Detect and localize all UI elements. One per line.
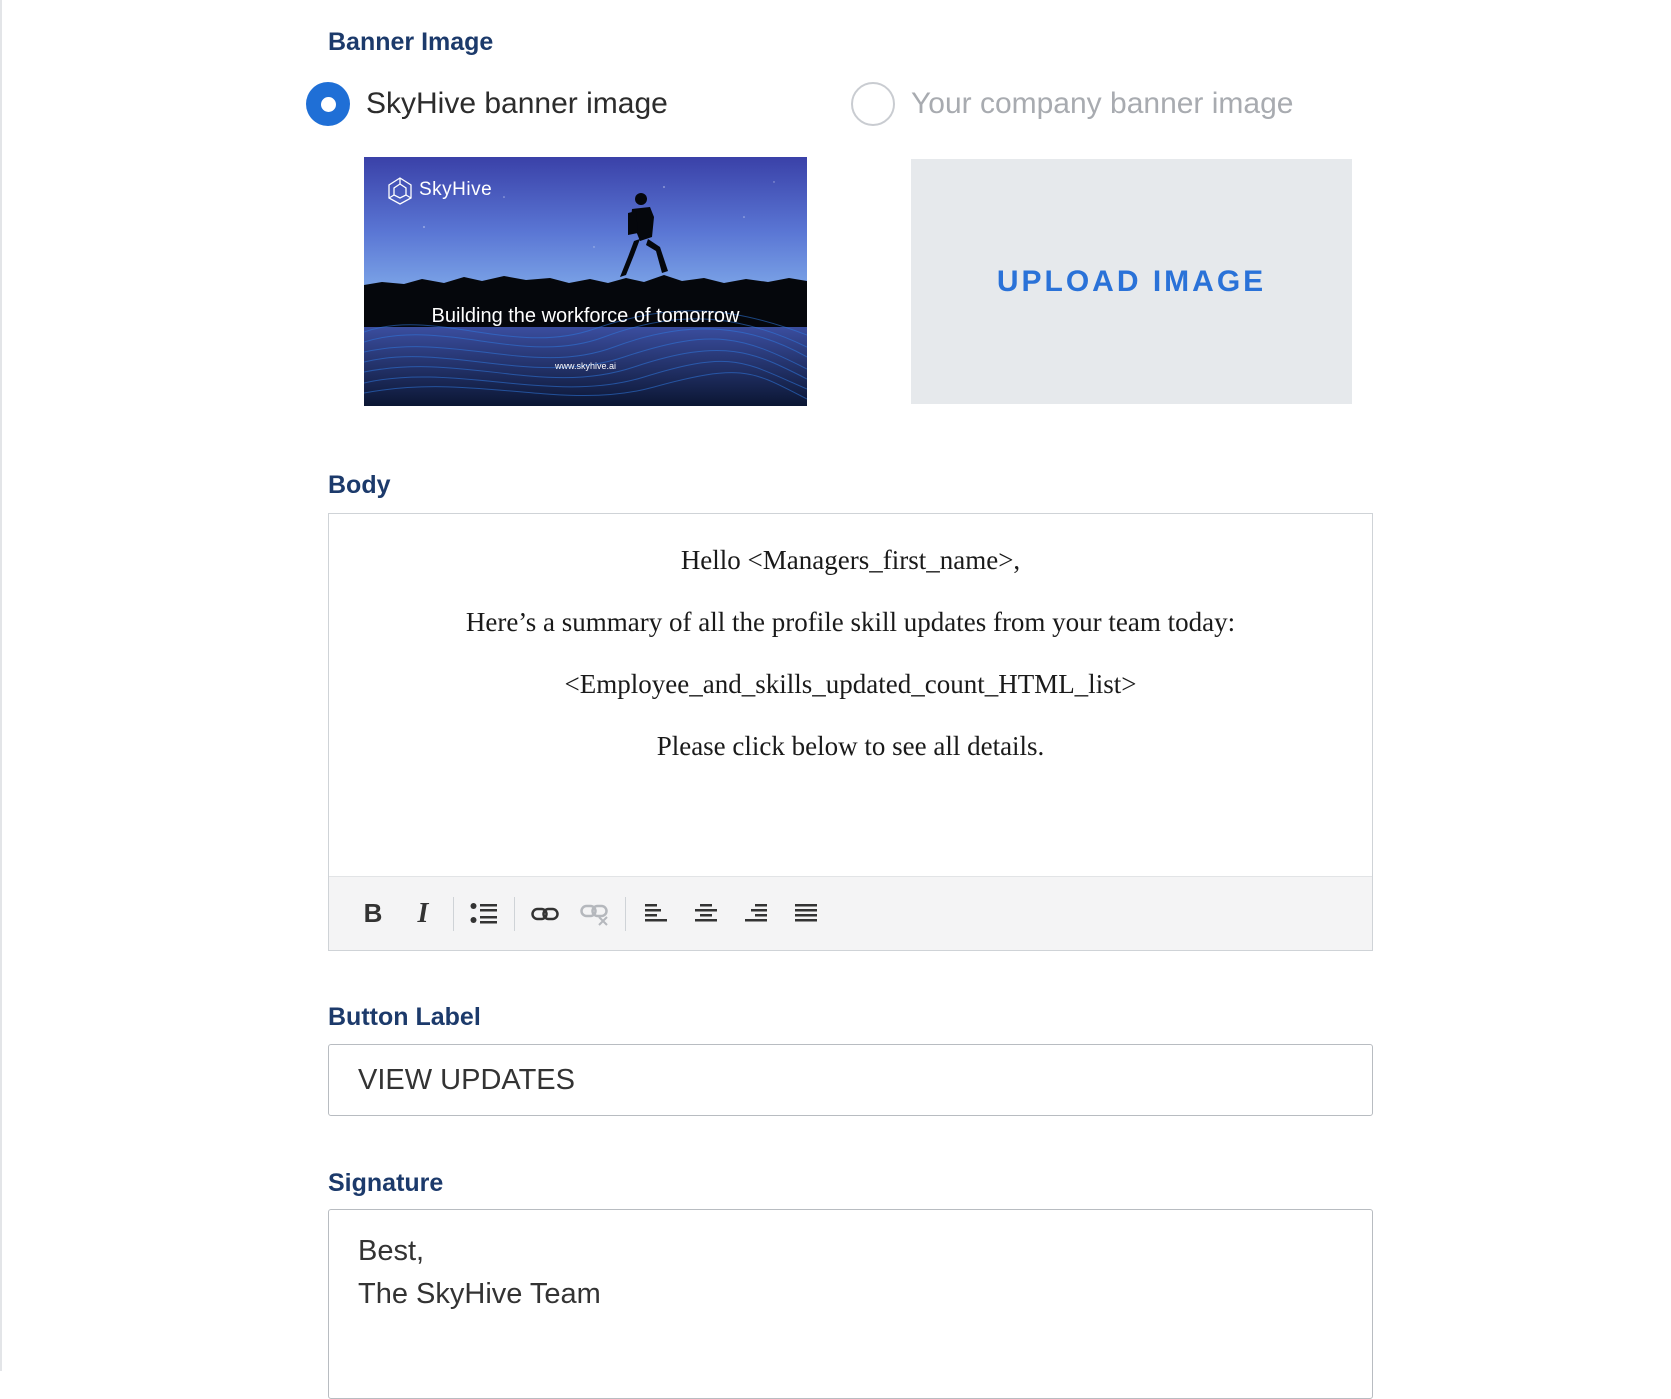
radio-selected-icon[interactable] (306, 82, 350, 126)
align-right-button[interactable] (736, 894, 776, 934)
button-label-input[interactable] (328, 1044, 1373, 1116)
align-center-icon (695, 903, 717, 921)
upload-image-button[interactable]: UPLOAD IMAGE (911, 159, 1352, 404)
banner-tagline: Building the workforce of tomorrow (431, 305, 740, 327)
left-divider (0, 0, 2, 1371)
bulleted-list-button[interactable] (464, 894, 504, 934)
justify-button[interactable] (786, 894, 826, 934)
toolbar-divider (625, 896, 626, 931)
body-paragraph-list-placeholder: <Employee_and_skills_updated_count_HTML_… (564, 669, 1137, 699)
radio-company-banner[interactable]: Your company banner image (851, 82, 1293, 126)
bold-icon: B (363, 898, 383, 928)
radio-unselected-icon[interactable] (851, 82, 895, 126)
skyhive-banner-preview: SkyHive Building the workforce of tomorr… (364, 157, 807, 406)
link-button[interactable] (525, 894, 565, 934)
toolbar-divider (514, 896, 515, 931)
unlink-icon (580, 904, 608, 926)
bulleted-list-icon (470, 902, 497, 923)
radio-skyhive-banner-label: SkyHive banner image (366, 87, 668, 120)
body-paragraph-cta: Please click below to see all details. (656, 731, 1045, 761)
italic-button[interactable]: I (403, 894, 443, 934)
radio-company-banner-label: Your company banner image (911, 87, 1294, 120)
align-center-button[interactable] (686, 894, 726, 934)
editor-toolbar: B I (329, 876, 1372, 950)
signature-label: Signature (328, 1169, 444, 1197)
body-paragraph-greeting: Hello <Managers_first_name>, (680, 545, 1021, 575)
align-left-button[interactable] (636, 894, 676, 934)
align-left-icon (645, 903, 667, 921)
upload-image-label: UPLOAD IMAGE (996, 264, 1267, 298)
italic-icon: I (417, 897, 429, 929)
body-editor[interactable]: Hello <Managers_first_name>, Here’s a su… (328, 513, 1373, 951)
bold-button[interactable]: B (353, 894, 393, 934)
toolbar-divider (453, 896, 454, 931)
banner-logo-text: SkyHive (419, 179, 493, 200)
justify-icon (795, 903, 817, 921)
radio-skyhive-banner[interactable]: SkyHive banner image (306, 82, 668, 126)
banner-image-label: Banner Image (328, 28, 494, 56)
button-label-label: Button Label (328, 1003, 481, 1031)
link-icon (531, 907, 559, 920)
align-right-icon (745, 903, 767, 921)
body-editor-content[interactable]: Hello <Managers_first_name>, Here’s a su… (329, 514, 1372, 876)
unlink-button[interactable] (575, 894, 615, 934)
body-label: Body (328, 471, 391, 499)
body-paragraph-summary: Here’s a summary of all the profile skil… (465, 607, 1236, 637)
banner-url: www.skyhive.ai (554, 361, 617, 371)
